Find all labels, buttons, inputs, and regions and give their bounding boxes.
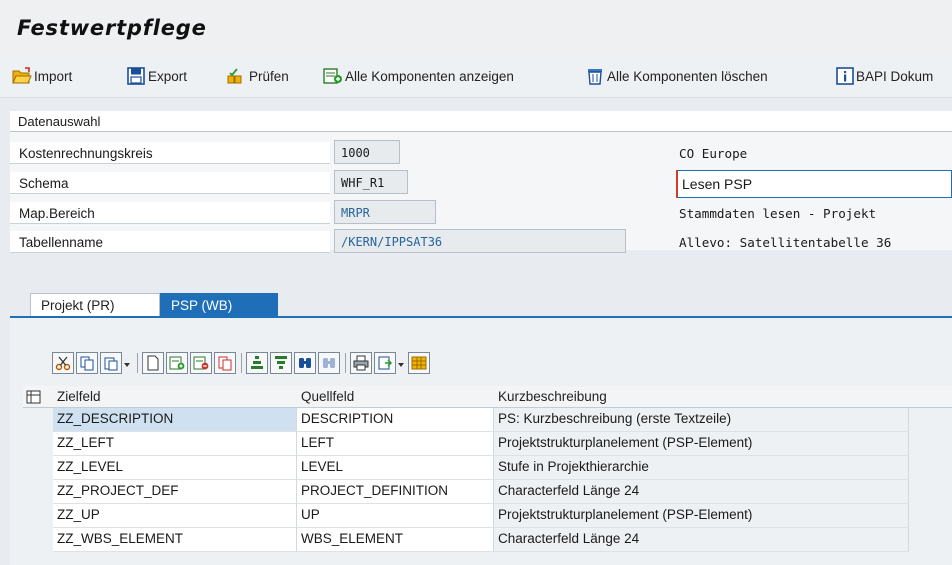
cell-zielfeld[interactable]: ZZ_LEVEL (53, 456, 297, 480)
info-icon (836, 67, 854, 85)
find-next-button[interactable] (318, 352, 340, 374)
schema-label: Schema (10, 172, 330, 194)
column-layout-icon[interactable] (26, 389, 42, 405)
import-button[interactable]: Import (12, 66, 72, 86)
export-label: Export (148, 68, 188, 84)
paste-dropdown-icon[interactable] (124, 358, 130, 368)
insert-row-icon (169, 356, 185, 370)
kokrs-field[interactable]: 1000 (334, 140, 400, 164)
document-icon (147, 355, 159, 371)
table-row[interactable]: ZZ_DESCRIPTION DESCRIPTION PS: Kurzbesch… (53, 408, 909, 432)
cell-kurzbeschreibung: Projektstrukturplanelement (PSP-Element) (494, 504, 909, 528)
table-row[interactable]: ZZ_UP UP Projektstrukturplanelement (PSP… (53, 504, 909, 528)
cell-quellfeld[interactable]: WBS_ELEMENT (297, 528, 494, 552)
show-all-label: Alle Komponenten anzeigen (345, 68, 514, 84)
save-icon (127, 67, 145, 85)
table-name-label: Tabellenname (10, 231, 330, 253)
import-label: Import (34, 68, 73, 84)
bapi-documentation-button[interactable]: BAPI Dokum (836, 66, 933, 86)
sort-ascending-button[interactable] (246, 352, 268, 374)
column-header-kurzbeschreibung[interactable]: Kurzbeschreibung (498, 389, 607, 404)
column-header-zielfeld[interactable]: Zielfeld (57, 389, 101, 404)
cell-quellfeld[interactable]: LEFT (297, 432, 494, 456)
layout-button[interactable] (408, 352, 430, 374)
grid-toolbar (52, 350, 432, 376)
sort-descending-button[interactable] (270, 352, 292, 374)
grid-header: Zielfeld Quellfeld Kurzbeschreibung (23, 386, 952, 408)
paste-button[interactable] (100, 352, 122, 374)
cell-kurzbeschreibung: Stufe in Projekthierarchie (494, 456, 909, 480)
copy-button[interactable] (76, 352, 98, 374)
folder-open-icon (12, 67, 32, 84)
cell-kurzbeschreibung: Characterfeld Länge 24 (494, 528, 909, 552)
cell-kurzbeschreibung: PS: Kurzbeschreibung (erste Textzeile) (494, 408, 909, 432)
check-button[interactable]: Prüfen (227, 66, 289, 86)
export-dropdown-icon[interactable] (398, 358, 404, 368)
paste-icon (104, 357, 118, 371)
print-icon (353, 355, 369, 371)
check-icon (227, 68, 242, 84)
tab-psp[interactable]: PSP (WB) (160, 293, 278, 317)
cell-quellfeld[interactable]: LEVEL (297, 456, 494, 480)
column-header-quellfeld[interactable]: Quellfeld (301, 389, 354, 404)
cell-zielfeld[interactable]: ZZ_LEFT (53, 432, 297, 456)
cell-zielfeld[interactable]: ZZ_DESCRIPTION (53, 408, 297, 432)
delete-row-button[interactable] (190, 352, 212, 374)
delete-all-components-button[interactable]: Alle Komponenten löschen (585, 66, 768, 86)
sort-descending-icon (275, 356, 287, 369)
cut-button[interactable] (52, 352, 74, 374)
new-row-button[interactable] (142, 352, 164, 374)
cell-kurzbeschreibung: Projektstrukturplanelement (PSP-Element) (494, 432, 909, 456)
copy-icon (80, 356, 94, 371)
tab-projekt[interactable]: Projekt (PR) (30, 293, 160, 317)
grid-layout-icon (411, 356, 427, 370)
page-title: Festwertpflege (17, 16, 207, 40)
show-components-icon (323, 68, 342, 84)
show-all-components-button[interactable]: Alle Komponenten anzeigen (323, 66, 514, 86)
export-grid-icon (378, 356, 393, 370)
trash-icon (588, 69, 602, 85)
cell-kurzbeschreibung: Characterfeld Länge 24 (494, 480, 909, 504)
delete-all-label: Alle Komponenten löschen (607, 68, 768, 84)
title-bar: Festwertpflege (0, 0, 952, 54)
table-name-field[interactable]: /KERN/IPPSAT36 (334, 229, 626, 253)
delete-row-icon (193, 356, 209, 370)
mapbereich-description: Stammdaten lesen - Projekt (679, 206, 877, 221)
table-name-description: Allevo: Satellitentabelle 36 (679, 235, 892, 250)
insert-row-button[interactable] (166, 352, 188, 374)
sort-ascending-icon (251, 356, 263, 369)
cell-quellfeld[interactable]: PROJECT_DEFINITION (297, 480, 494, 504)
scissors-icon (55, 356, 71, 371)
mapbereich-field[interactable]: MRPR (334, 200, 436, 224)
print-button[interactable] (350, 352, 372, 374)
cell-zielfeld[interactable]: ZZ_WBS_ELEMENT (53, 528, 297, 552)
table-row[interactable]: ZZ_PROJECT_DEF PROJECT_DEFINITION Charac… (53, 480, 909, 504)
cell-quellfeld[interactable]: DESCRIPTION (297, 408, 494, 432)
kokrs-description: CO Europe (679, 146, 748, 161)
cell-zielfeld[interactable]: ZZ_PROJECT_DEF (53, 480, 297, 504)
kokrs-label: Kostenrechnungskreis (10, 142, 330, 164)
copy-row-icon (218, 356, 232, 371)
table-row[interactable]: ZZ_WBS_ELEMENT WBS_ELEMENT Characterfeld… (53, 528, 909, 552)
check-label: Prüfen (249, 68, 289, 84)
section-header-datenauswahl: Datenauswahl (10, 111, 952, 132)
schema-field[interactable]: WHF_R1 (334, 170, 408, 194)
export-grid-button[interactable] (374, 352, 396, 374)
table-row[interactable]: ZZ_LEFT LEFT Projektstrukturplanelement … (53, 432, 909, 456)
find-next-icon (323, 358, 335, 368)
cell-quellfeld[interactable]: UP (297, 504, 494, 528)
find-button[interactable] (294, 352, 316, 374)
export-button[interactable]: Export (127, 66, 187, 86)
binoculars-icon (299, 358, 311, 368)
cell-zielfeld[interactable]: ZZ_UP (53, 504, 297, 528)
mapbereich-label: Map.Bereich (10, 202, 330, 224)
schema-description-input[interactable]: Lesen PSP (676, 170, 952, 198)
application-toolbar: Import Export Prüfen Alle Komponenten an… (0, 54, 952, 98)
copy-row-button[interactable] (214, 352, 236, 374)
table-row[interactable]: ZZ_LEVEL LEVEL Stufe in Projekthierarchi… (53, 456, 909, 480)
bapi-label: BAPI Dokum (856, 68, 934, 84)
